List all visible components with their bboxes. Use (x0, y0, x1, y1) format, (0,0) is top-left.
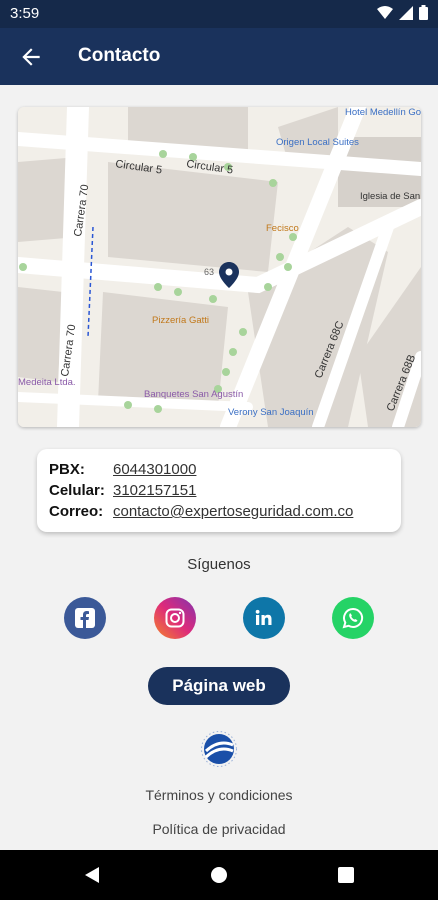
battery-icon (419, 5, 428, 20)
map-label-poi: Medeita Ltda. (18, 377, 76, 388)
instagram-button[interactable] (154, 597, 196, 639)
status-bar: 3:59 (0, 0, 438, 28)
system-nav-bar (0, 850, 438, 900)
linkedin-button[interactable] (243, 597, 285, 639)
privacy-link[interactable]: Política de privacidad (0, 821, 438, 837)
map-label-poi: Fecisco (266, 223, 299, 234)
page-title: Contacto (78, 45, 161, 66)
signal-icon (399, 5, 413, 20)
arrow-left-icon[interactable] (18, 44, 44, 70)
wifi-icon (377, 5, 393, 19)
nav-home-icon[interactable] (210, 866, 228, 884)
status-icons (377, 5, 428, 20)
pbx-row: PBX: 6044301000 (49, 461, 196, 478)
cel-label: Celular: (49, 482, 105, 499)
terms-link[interactable]: Términos y condiciones (0, 787, 438, 803)
website-button[interactable]: Página web (148, 667, 290, 705)
location-map[interactable]: Circular 5 Circular 5 Carrera 70 Carrera… (18, 107, 421, 427)
company-logo (201, 731, 237, 767)
pbx-label: PBX: (49, 461, 85, 478)
map-label-poi: Pizzería Gatti (152, 315, 209, 326)
facebook-button[interactable] (64, 597, 106, 639)
status-time: 3:59 (10, 5, 40, 22)
contact-card: PBX: 6044301000 Celular: 3102157151 Corr… (37, 449, 401, 532)
app-bar: Contacto (0, 28, 438, 85)
pbx-link[interactable]: 6044301000 (113, 461, 196, 478)
map-label-poi: Origen Local Suites (276, 137, 359, 148)
map-label-poi: Hotel Medellín Gold HMG (345, 107, 421, 118)
whatsapp-button[interactable] (332, 597, 374, 639)
map-label-poi: Banquetes San Agustín (144, 389, 243, 400)
map-label-poi: Iglesia de San Joaquín (360, 191, 421, 202)
mail-label: Correo: (49, 503, 104, 520)
nav-recents-icon[interactable] (337, 866, 355, 884)
facebook-icon (75, 608, 95, 628)
map-canvas: Circular 5 Circular 5 Carrera 70 Carrera… (18, 107, 421, 427)
nav-back-icon[interactable] (83, 866, 101, 884)
map-label-number: 63 (204, 267, 214, 277)
mail-row: Correo: contacto@expertoseguridad.com.co (49, 503, 353, 520)
map-label-poi: Verony San Joaquín (228, 407, 314, 418)
mail-link[interactable]: contacto@expertoseguridad.com.co (113, 503, 353, 520)
follow-label: Síguenos (187, 556, 251, 573)
whatsapp-icon (342, 607, 364, 629)
cel-row: Celular: 3102157151 (49, 482, 196, 499)
linkedin-icon (255, 609, 272, 625)
instagram-icon (165, 608, 185, 628)
cel-link[interactable]: 3102157151 (113, 482, 196, 499)
